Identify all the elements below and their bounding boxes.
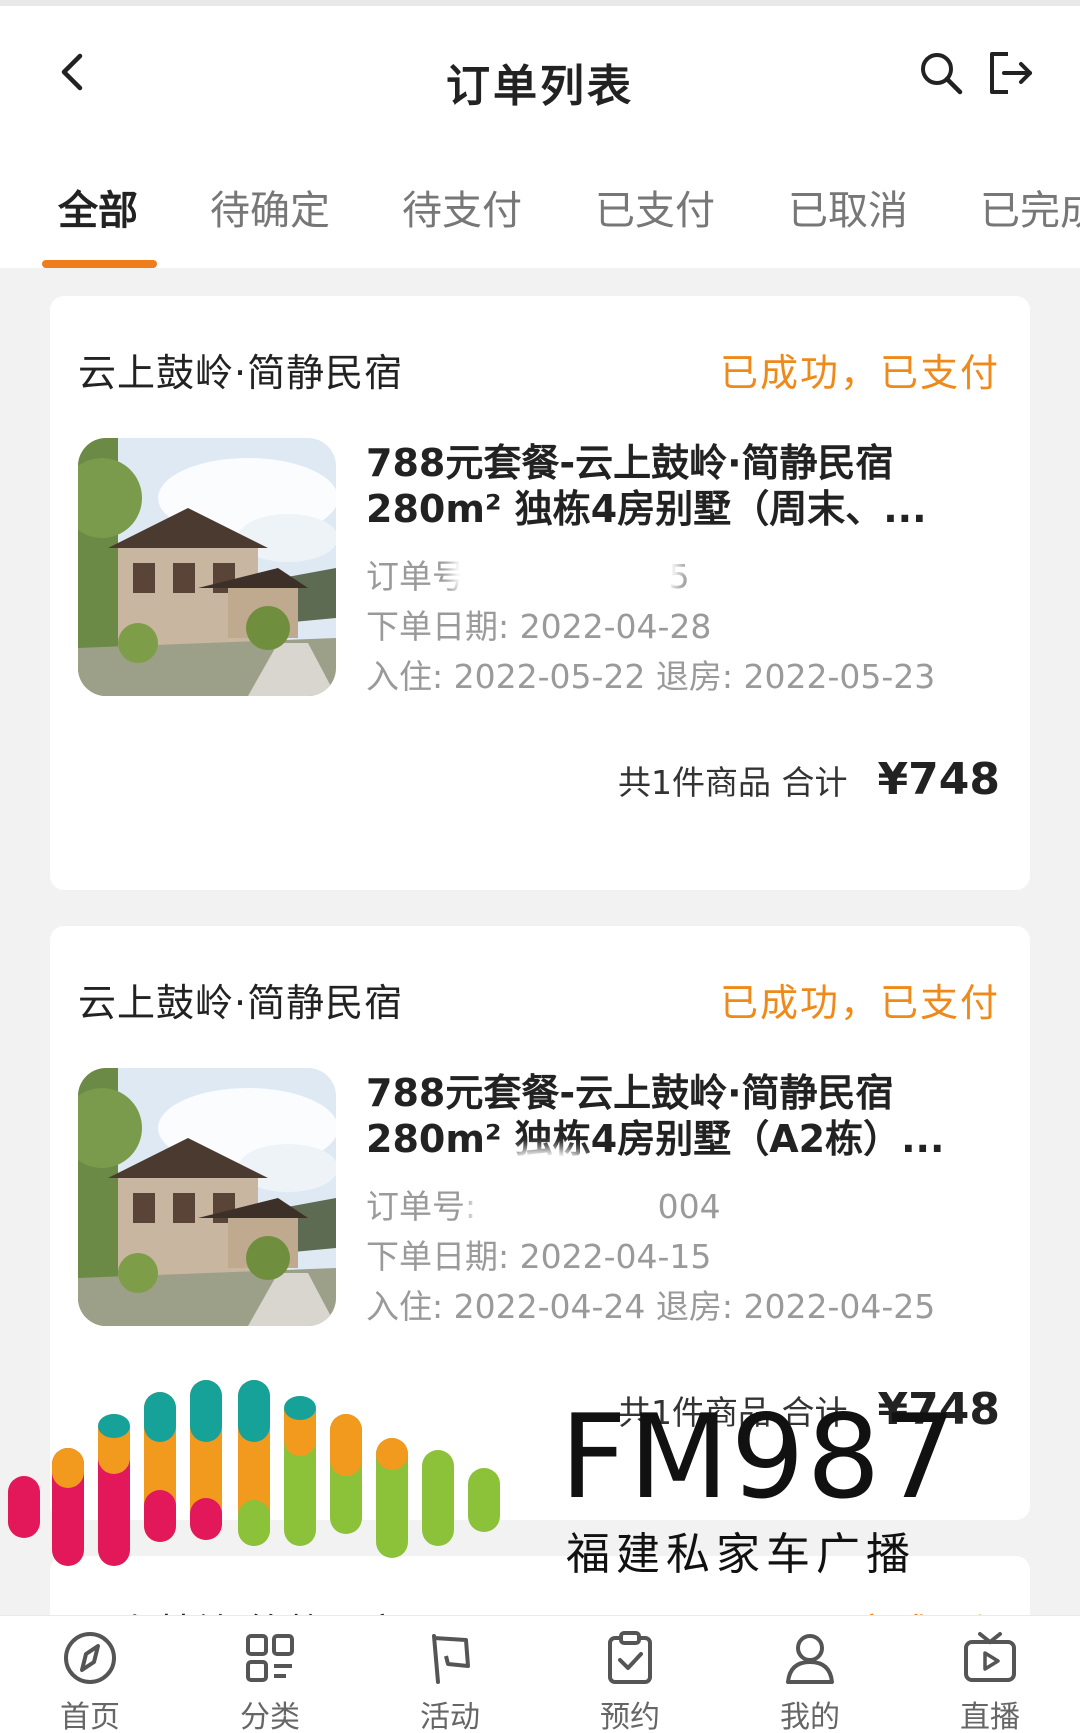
tab-pending-confirm[interactable]: 待确定: [210, 178, 330, 236]
tab-paid[interactable]: 已支付: [595, 178, 715, 236]
compass-icon: [64, 1632, 116, 1684]
watermark-subtitle: 福建私家车广播: [566, 1529, 916, 1580]
bottom-tab-bar: 首页 分类 活动 预约 我的 直播: [0, 1615, 1080, 1733]
search-icon[interactable]: [918, 50, 964, 96]
exit-icon[interactable]: [986, 50, 1036, 96]
tab-completed[interactable]: 已完成: [980, 178, 1080, 236]
product-title[interactable]: 788元套餐-云上鼓岭·简静民宿 280m² 独栋4房别墅（A2栋）...: [366, 1070, 1006, 1162]
tab-pending-payment[interactable]: 待支付: [402, 178, 522, 236]
shop-name: 云上鼓岭·简静民宿: [78, 351, 404, 395]
category-grid-icon: [246, 1634, 294, 1682]
stay-dates: 入住: 2022-04-24 退房: 2022-04-25: [366, 1287, 936, 1326]
order-status: 已成功，已支付: [719, 351, 1000, 395]
watermark-brand: FM987: [560, 1390, 959, 1525]
tabbar-category[interactable]: 分类: [220, 1628, 320, 1733]
header: 订单列表: [0, 6, 1080, 146]
active-tab-indicator: [42, 260, 157, 268]
tabbar-live[interactable]: 直播: [940, 1628, 1040, 1733]
flag-icon: [432, 1634, 470, 1684]
tab-all[interactable]: 全部: [58, 178, 138, 236]
product-title[interactable]: 788元套餐-云上鼓岭·简静民宿 280m² 独栋4房别墅（周末、...: [366, 440, 1006, 532]
order-status-tabs: 全部 待确定 待支付 已支付 已取消 已完成: [0, 146, 1080, 268]
shop-name: 云上鼓岭·简静民宿: [78, 981, 404, 1025]
user-icon: [786, 1634, 834, 1684]
order-date: 下单日期: 2022-04-15: [366, 1237, 712, 1276]
order-price: ¥748: [877, 754, 1000, 805]
tab-cancelled[interactable]: 已取消: [788, 178, 908, 236]
product-thumbnail[interactable]: [78, 1068, 336, 1326]
order-card[interactable]: 云上鼓岭·简静民宿 已成功，已支付 788元套餐-云上鼓岭·简静民宿 280m²…: [50, 296, 1030, 890]
tabbar-activity[interactable]: 活动: [400, 1628, 500, 1733]
order-status: 已成功，已支付: [719, 981, 1000, 1025]
order-date: 下单日期: 2022-04-28: [366, 607, 712, 646]
tabbar-booking[interactable]: 预约: [580, 1628, 680, 1733]
tv-play-icon: [964, 1632, 1016, 1682]
clipboard-check-icon: [608, 1631, 652, 1684]
redaction-mask: [450, 536, 680, 606]
tabbar-mine[interactable]: 我的: [760, 1628, 860, 1733]
stay-dates: 入住: 2022-05-22 退房: 2022-05-23: [366, 657, 936, 696]
tabbar-home[interactable]: 首页: [40, 1628, 140, 1733]
order-total: 共1件商品 合计 ¥748: [618, 754, 1000, 805]
product-thumbnail[interactable]: [78, 438, 336, 696]
